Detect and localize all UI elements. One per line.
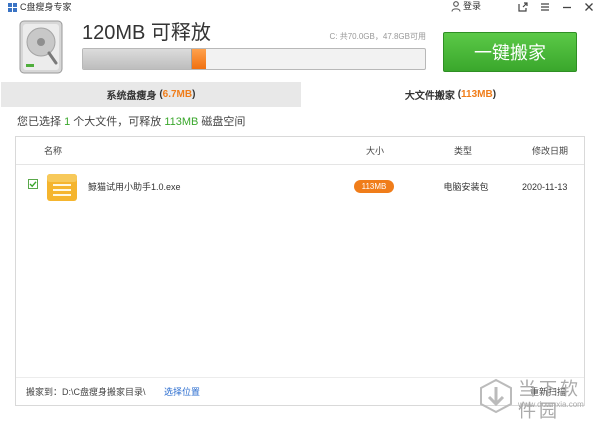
minimize-icon[interactable] [561, 1, 573, 13]
selected-count: 1 [64, 116, 71, 128]
file-name: 鲸猫试用小助手1.0.exe [88, 182, 181, 192]
tab-size: 6.7MB [162, 89, 193, 100]
user-icon[interactable] [451, 1, 461, 12]
disk-usage-bar [82, 48, 426, 70]
move-to-label: 搬家到： [26, 387, 63, 397]
column-size[interactable]: 大小 [366, 137, 384, 165]
column-type[interactable]: 类型 [454, 137, 472, 165]
file-type: 电脑安装包 [443, 182, 489, 192]
file-date: 2020-11-13 [522, 182, 568, 192]
hard-disk-icon [19, 20, 63, 74]
title-bar: C盘瘦身专家 登录 [0, 0, 600, 14]
close-icon[interactable] [583, 1, 595, 13]
disk-info: C: 共70.0GB，47.8GB可用 [329, 32, 426, 41]
header: 120MB 可释放 C: 共70.0GB，47.8GB可用 一键搬家 [0, 14, 600, 80]
column-date[interactable]: 修改日期 [532, 137, 568, 165]
app-icon [8, 3, 17, 12]
one-click-move-button[interactable]: 一键搬家 [443, 32, 577, 72]
tab-size: 113MB [461, 89, 493, 100]
tab-bar: 系统盘瘦身 (6.7MB) 大文件搬家 (113MB) [0, 82, 600, 107]
releasable-size-headline: 120MB 可释放 [82, 22, 211, 44]
watermark: 当下软件园 www.downxia.com [478, 378, 600, 421]
watermark-logo-icon [480, 378, 512, 414]
large-file-list: 名称 大小 类型 修改日期 鲸猫试用小助手1.0.exe 113MB 电脑安装包… [15, 136, 585, 406]
row-checkbox[interactable] [28, 179, 38, 189]
watermark-url: www.downxia.com [518, 400, 584, 409]
file-size-badge: 113MB [354, 180, 394, 193]
tab-label: 大文件搬家 [404, 91, 455, 102]
login-button[interactable]: 登录 [463, 0, 481, 12]
list-header: 名称 大小 类型 修改日期 [16, 137, 584, 165]
move-target-path: D:\C盘瘦身搬家目录\ [62, 387, 146, 397]
tab-system-disk-slimming[interactable]: 系统盘瘦身 (6.7MB) [1, 82, 301, 107]
menu-icon[interactable] [539, 1, 551, 13]
tab-label: 系统盘瘦身 [106, 91, 157, 102]
column-name[interactable]: 名称 [44, 137, 62, 165]
choose-location-link[interactable]: 选择位置 [164, 386, 200, 398]
selection-summary: 您已选择 1 个大文件，可释放 113MB 磁盘空间 [17, 116, 246, 128]
table-row[interactable]: 鲸猫试用小助手1.0.exe 113MB 电脑安装包 2020-11-13 [16, 171, 584, 203]
folder-icon [47, 174, 77, 201]
releasable-space-fill [192, 49, 207, 69]
releasable-size: 113MB [164, 116, 199, 128]
tab-large-file-move[interactable]: 大文件搬家 (113MB) [301, 82, 600, 107]
app-title: C盘瘦身专家 [20, 2, 72, 12]
share-icon[interactable] [517, 1, 529, 13]
used-space-fill [83, 49, 193, 69]
